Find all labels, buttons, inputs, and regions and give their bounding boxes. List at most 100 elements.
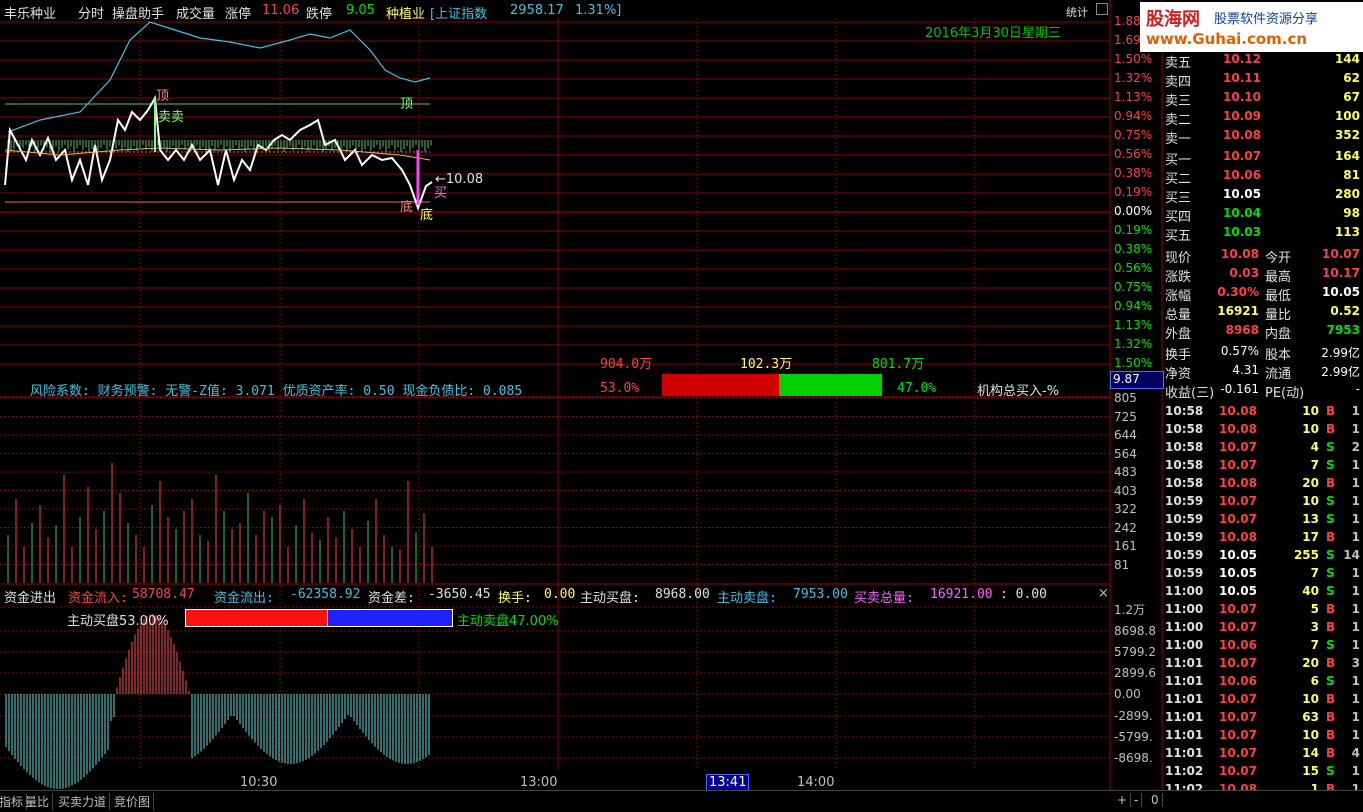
tick-row: 11:01 10.07 14 B 4 bbox=[1163, 744, 1363, 762]
close-icon[interactable]: × bbox=[1098, 586, 1109, 601]
tick-volume: 7 bbox=[1310, 458, 1319, 472]
quote-row: 涨跌 0.03 最高 10.17 bbox=[1163, 264, 1363, 285]
outflow-value: -62358.92 bbox=[290, 587, 361, 602]
tick-row: 10:59 10.07 13 S 1 bbox=[1163, 510, 1363, 528]
fundamental-row: 换手 0.57% 股本 2.99亿 bbox=[1163, 342, 1363, 363]
tick-row: 10:58 10.08 10 B 1 bbox=[1163, 420, 1363, 438]
total-label: 买卖总量: bbox=[854, 591, 914, 606]
sell-row-price: 10.11 bbox=[1223, 71, 1261, 85]
tick-volume: 10 bbox=[1302, 728, 1319, 742]
tick-row: 11:01 10.07 10 B 1 bbox=[1163, 690, 1363, 708]
sell-row: 卖五 10.12 144 bbox=[1163, 50, 1363, 71]
tick-side: B bbox=[1326, 476, 1336, 490]
zoom-out-button[interactable]: - bbox=[1131, 793, 1143, 807]
sell-row-price: 10.12 bbox=[1223, 52, 1261, 66]
total-value: 16921.00 bbox=[930, 587, 993, 602]
tick-row: 10:59 10.07 10 S 1 bbox=[1163, 492, 1363, 510]
fundamental-value-2: 2.99亿 bbox=[1321, 365, 1360, 379]
tick-count: 4 bbox=[1351, 746, 1360, 760]
active-ratio-bar bbox=[185, 609, 453, 627]
tick-row: 11:01 10.07 63 B 1 bbox=[1163, 708, 1363, 726]
tick-price: 10.06 bbox=[1219, 674, 1257, 688]
tick-side: B bbox=[1326, 746, 1336, 760]
buy-row-price: 10.04 bbox=[1223, 206, 1261, 220]
tick-side: B bbox=[1326, 620, 1336, 634]
buy-row-volume: 113 bbox=[1334, 225, 1360, 239]
sell-row-volume: 352 bbox=[1334, 128, 1360, 142]
tab-volume-ratio[interactable]: 量比 bbox=[22, 793, 54, 810]
volume-axis-label: 564 bbox=[1114, 446, 1137, 461]
buy-row-price: 10.03 bbox=[1223, 225, 1261, 239]
tick-row: 11:00 10.07 5 B 1 bbox=[1163, 600, 1363, 618]
flow-bar bbox=[662, 374, 882, 396]
tick-count: 1 bbox=[1351, 530, 1360, 544]
tick-volume: 3 bbox=[1310, 620, 1319, 634]
tick-volume: 10 bbox=[1302, 422, 1319, 436]
percent-axis-label: 1.32% bbox=[1114, 337, 1153, 351]
zoom-in-button[interactable]: + bbox=[1114, 793, 1132, 807]
inflow-label: 资金流入: bbox=[68, 591, 128, 606]
capital-axis-label: 8698.8 bbox=[1114, 624, 1156, 638]
tick-price: 10.07 bbox=[1219, 620, 1257, 634]
buy-row-volume: 280 bbox=[1334, 187, 1360, 201]
tick-count: 1 bbox=[1351, 494, 1360, 508]
tick-price: 10.07 bbox=[1219, 494, 1257, 508]
active-buy-label: 主动买盘: bbox=[580, 591, 640, 606]
tick-volume: 10 bbox=[1302, 494, 1319, 508]
average-line bbox=[4, 147, 431, 161]
tick-count: 1 bbox=[1351, 728, 1360, 742]
tick-time: 11:00 bbox=[1165, 602, 1204, 616]
bottom-annotation-2: 底 bbox=[420, 208, 434, 223]
tick-side: S bbox=[1326, 638, 1335, 652]
tick-price: 10.07 bbox=[1219, 692, 1257, 706]
buy-row-volume: 81 bbox=[1343, 168, 1360, 182]
percent-axis-label: 1.32% bbox=[1114, 71, 1153, 85]
fundamental-value-2: - bbox=[1355, 382, 1360, 396]
quote-label-2: 内盘 bbox=[1265, 327, 1292, 342]
tick-price: 10.08 bbox=[1219, 530, 1257, 544]
flow-right-amount: 801.7万 bbox=[872, 357, 925, 372]
quote-value-2: 7953 bbox=[1326, 323, 1360, 337]
sell-row: 卖四 10.11 62 bbox=[1163, 69, 1363, 90]
quote-row: 外盘 8968 内盘 7953 bbox=[1163, 321, 1363, 342]
percent-axis-label: 0.75% bbox=[1114, 280, 1153, 294]
tick-volume: 13 bbox=[1302, 512, 1319, 526]
tick-price: 10.07 bbox=[1219, 746, 1257, 760]
tick-side: B bbox=[1326, 422, 1336, 436]
flow-left-pct: 53.0% bbox=[600, 381, 640, 396]
tick-count: 1 bbox=[1351, 458, 1360, 472]
tick-row: 11:02 10.07 15 S 1 bbox=[1163, 762, 1363, 780]
tick-volume: 6 bbox=[1310, 674, 1319, 688]
quote-value-2: 10.07 bbox=[1322, 247, 1360, 261]
tab-auction[interactable]: 竞价图 bbox=[111, 793, 155, 810]
buy-row-volume: 164 bbox=[1334, 149, 1360, 163]
tick-time: 10:59 bbox=[1165, 530, 1204, 544]
quote-value-2: 10.17 bbox=[1322, 266, 1360, 280]
tick-volume: 5 bbox=[1310, 602, 1319, 616]
fundamental-value: 4.31 bbox=[1232, 363, 1259, 377]
tick-price: 10.06 bbox=[1219, 638, 1257, 652]
tick-row: 11:01 10.07 10 B 1 bbox=[1163, 726, 1363, 744]
tick-volume: 7 bbox=[1310, 566, 1319, 580]
percent-axis-label: 0.94% bbox=[1114, 299, 1153, 313]
reset-button[interactable]: 0 bbox=[1148, 793, 1163, 807]
tick-row: 10:58 10.07 7 S 1 bbox=[1163, 456, 1363, 474]
tick-side: B bbox=[1326, 728, 1336, 742]
volume-axis-label: 322 bbox=[1114, 502, 1137, 516]
bottom-tab-bar: 指标 量比 买卖力道 竞价图 + - 0 bbox=[0, 790, 1363, 812]
tick-time: 11:01 bbox=[1165, 710, 1204, 724]
tick-side: S bbox=[1326, 548, 1335, 562]
top-annotation-2: 顶 bbox=[400, 97, 414, 112]
tick-volume: 40 bbox=[1302, 584, 1319, 598]
tick-row: 10:58 10.08 20 B 1 bbox=[1163, 474, 1363, 492]
percent-axis-label: 1.13% bbox=[1114, 90, 1153, 104]
volume-axis-label: 242 bbox=[1114, 520, 1137, 535]
tick-price: 10.07 bbox=[1219, 512, 1257, 526]
sell-row-price: 10.10 bbox=[1223, 90, 1261, 104]
quote-value: 16921 bbox=[1217, 304, 1259, 318]
tick-price: 10.07 bbox=[1219, 440, 1257, 454]
fundamental-value-2: 2.99亿 bbox=[1321, 346, 1360, 360]
tab-buy-sell-force[interactable]: 买卖力道 bbox=[55, 793, 111, 810]
quote-value-2: 0.52 bbox=[1330, 304, 1360, 318]
top-annotation: 顶 bbox=[156, 89, 170, 104]
